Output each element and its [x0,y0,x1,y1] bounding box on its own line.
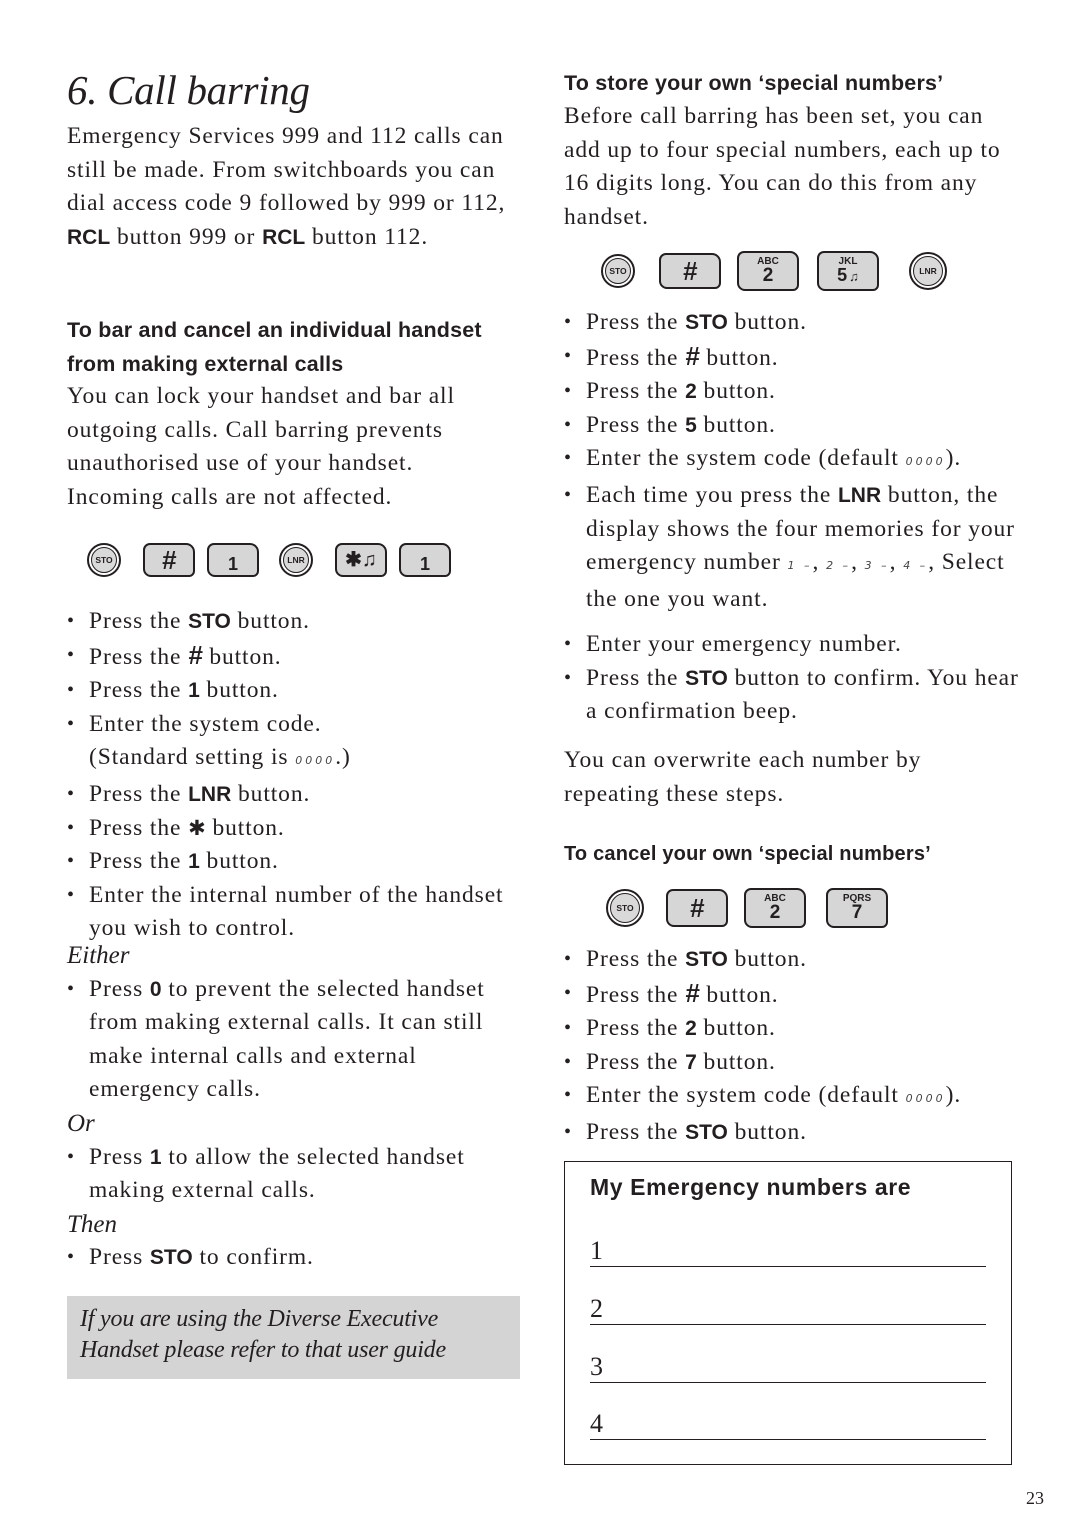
emergency-box-heading: My Emergency numbers are [590,1174,912,1200]
lnr-key-icon: LNR [909,252,947,290]
lnr-key-icon: LNR [279,543,313,577]
store-section-heading: To store your own ‘special numbers’ [564,71,944,95]
or-steps: Press 1 to allow the selected handset ma… [67,1141,527,1208]
list-item: Press the STO button. [564,306,1034,340]
line-number: 3 [590,1352,603,1381]
two-abc-key-icon: ABC 2 [737,251,799,291]
list-item: Press the # button. [564,977,1034,1013]
memory-1-display: 1 – [787,559,813,573]
list-item: Press the STO button to confirm. You hea… [564,662,1034,729]
emergency-numbers-box: My Emergency numbers are 1 2 3 4 [564,1161,1012,1465]
page-title: 6. Call barring [67,67,310,113]
diverse-executive-note: If you are using the Diverse Executive H… [67,1296,520,1379]
list-item: Enter your emergency number. [564,628,1034,662]
then-label: Then [67,1210,117,1238]
list-item: Press the ✱ button. [67,812,527,846]
either-steps: Press 0 to prevent the selected handset … [67,973,527,1107]
list-item: Press the 2 button. [564,375,1034,409]
list-item: Enter the internal number of the handset… [67,879,527,946]
intro-text: button 112. [305,223,429,250]
memory-2-display: 2 – [826,559,852,573]
bar-key-sequence: STO # 1 LNR ✱♫ 1 [87,543,451,577]
rcl-label: RCL [262,225,306,249]
emergency-number-line-1[interactable]: 1 [590,1230,986,1267]
memory-4-display: 4 – [903,559,929,573]
star-key-icon: ✱♫ [335,543,387,577]
bell-icon: ♫ [849,268,859,284]
line-number: 4 [590,1409,603,1438]
list-item: Press the STO button. [564,1116,1034,1150]
list-item: Enter the system code. (Standard setting… [67,708,527,778]
hash-key-icon: # [666,889,728,927]
list-item: Enter the system code (default 0000). [564,442,1034,479]
cancel-key-sequence: STO # ABC 2 PQRS 7 [606,888,888,928]
emergency-number-line-2[interactable]: 2 [590,1288,986,1325]
sto-key-icon: STO [606,889,644,927]
cancel-steps-list: Press the STO button. Press the # button… [564,943,1034,1150]
five-jkl-key-icon: JKL 5 ♫ [817,251,879,291]
then-steps: Press STO to confirm. [67,1241,527,1275]
list-item: Each time you press the LNR button, the … [564,479,1034,616]
list-item: Press 0 to prevent the selected handset … [67,973,527,1107]
intro-text: Emergency Services 999 and 112 calls can… [67,123,506,217]
store-steps-list-2: Enter your emergency number. Press the S… [564,628,1034,729]
line-number: 2 [590,1294,603,1323]
list-item: Press STO to confirm. [67,1241,527,1275]
bar-steps-list: Press the STO button. Press the # button… [67,605,527,946]
list-item: Press the STO button. [67,605,527,639]
overwrite-note: You can overwrite each number by repeati… [564,747,922,807]
one-key-icon: 1 [207,543,259,577]
list-item: Press the 1 button. [67,674,527,708]
cancel-section-heading: To cancel your own ‘special numbers’ [564,843,931,865]
seven-pqrs-key-icon: PQRS 7 [826,888,888,928]
note-text: If you are using the Diverse Executive H… [80,1306,446,1363]
list-item: Press the # button. [564,340,1034,376]
intro-paragraph: Emergency Services 999 and 112 calls can… [67,120,527,254]
list-item: Press the 1 button. [67,845,527,879]
list-item: Press the LNR button. [67,778,527,812]
line-number: 1 [590,1236,603,1265]
list-item: Press the 5 button. [564,409,1034,443]
hash-key-icon: # [143,543,195,577]
system-code-display: 0000 [905,1092,946,1106]
list-item: Press the 7 button. [564,1046,1034,1080]
store-steps-list: Press the STO button. Press the # button… [564,306,1034,616]
intro-text: button 999 or [110,223,263,250]
hash-key-icon: # [659,253,721,289]
list-item: Press the STO button. [564,943,1034,977]
system-code-display: 0000 [295,754,336,768]
or-label: Or [67,1109,95,1137]
list-item: Press 1 to allow the selected handset ma… [67,1141,527,1208]
store-key-sequence: STO # ABC 2 JKL 5 ♫ LNR [601,251,947,291]
rcl-label: RCL [67,225,111,249]
bar-section-body: You can lock your handset and bar all ou… [67,383,455,510]
sto-key-icon: STO [87,543,121,577]
system-code-display: 0000 [905,455,946,469]
bar-section-heading: To bar and cancel an individual handset … [67,318,482,376]
sto-key-icon: STO [601,254,635,288]
store-section-body: Before call barring has been set, you ca… [564,103,1001,230]
emergency-number-line-4[interactable]: 4 [590,1403,986,1440]
memory-3-display: 3 – [864,559,890,573]
emergency-number-line-3[interactable]: 3 [590,1346,986,1383]
list-item: Press the # button. [67,639,527,675]
list-item: Press the 2 button. [564,1012,1034,1046]
page-number: 23 [1026,1488,1044,1508]
two-abc-key-icon: ABC 2 [744,888,806,928]
one-key-icon: 1 [399,543,451,577]
either-label: Either [67,942,130,969]
list-item: Enter the system code (default 0000). [564,1079,1034,1116]
options-block: Either Press 0 to prevent the selected h… [67,939,527,1275]
